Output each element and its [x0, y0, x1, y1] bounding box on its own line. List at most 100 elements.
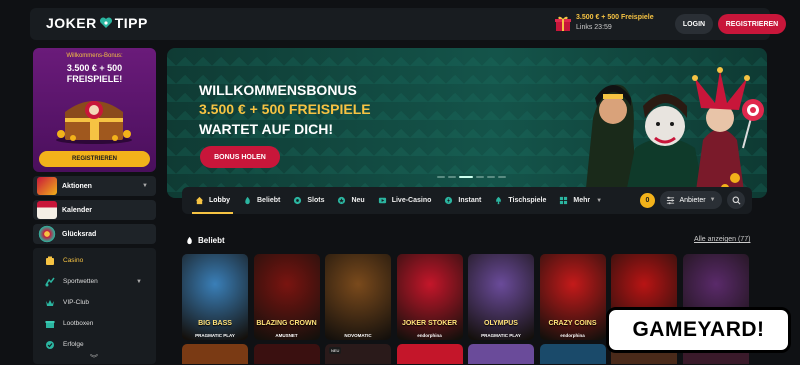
- bonus-holen-button[interactable]: BONUS HOLEN: [200, 146, 280, 168]
- hero-title-line1: WILLKOMMENSBONUS: [199, 82, 357, 98]
- tab-lobby[interactable]: Lobby: [192, 187, 233, 214]
- logo-text-right: TIPP: [114, 15, 148, 31]
- carousel-dot[interactable]: [437, 176, 445, 178]
- hero-banner[interactable]: WILLKOMMENSBONUS 3.500 € + 500 FREISPIEL…: [167, 48, 767, 198]
- more-icon: [560, 196, 568, 205]
- game-tile[interactable]: OLYMPUS PRAGMATIC PLAY: [468, 254, 534, 340]
- section-title: Beliebt: [198, 236, 225, 245]
- double-chevron-down-icon[interactable]: ︾: [90, 353, 98, 364]
- chevron-down-icon: ▼: [596, 197, 603, 204]
- tab-tischspiele[interactable]: Tischspiele: [494, 187, 546, 214]
- search-button[interactable]: [727, 191, 745, 209]
- welcome-label: Willkommens-Bonus:: [66, 53, 123, 59]
- new-icon: [338, 196, 346, 205]
- tab-mehr[interactable]: Mehr ▼: [559, 187, 602, 214]
- game-tile-row2[interactable]: NEU: [325, 344, 391, 364]
- achievements-icon: [46, 340, 54, 349]
- game-provider: endorphina: [417, 333, 442, 338]
- new-badge: NEU: [329, 347, 342, 354]
- logo-text-left: JOKER: [46, 15, 97, 31]
- game-title: BLAZING CROWN: [256, 320, 317, 327]
- carousel-dot[interactable]: [498, 176, 506, 178]
- sidebar-link-casino[interactable]: Casino: [33, 250, 156, 271]
- home-icon: [195, 196, 204, 205]
- live-icon: [378, 197, 386, 204]
- chevron-down-icon: ▼: [142, 183, 148, 189]
- carousel-dot[interactable]: [476, 176, 484, 178]
- promotions-icon: [37, 177, 57, 195]
- game-tile-row2[interactable]: [468, 344, 534, 364]
- casino-icon: [46, 256, 54, 265]
- sidebar-link-label: VIP-Club: [63, 299, 90, 306]
- show-all-link[interactable]: Alle anzeigen (77): [694, 236, 750, 243]
- sidebar-link-sportwetten[interactable]: Sportwetten ▼: [33, 271, 156, 292]
- coin-balance-badge[interactable]: 0: [640, 193, 655, 208]
- promo-timer-banner[interactable]: 3.500 € + 500 Freispiele Links 23:59: [554, 13, 654, 33]
- sidebar-item-label: Glücksrad: [62, 230, 97, 238]
- gameyard-watermark: GAMEYARD!: [606, 307, 791, 353]
- section-header-beliebt: Beliebt: [185, 236, 225, 245]
- game-tile-row2[interactable]: [182, 344, 248, 364]
- sidebar-item-label: Aktionen: [62, 182, 92, 190]
- sidebar-link-lootboxen[interactable]: Lootboxen: [33, 313, 156, 334]
- sidebar-link-erfolge[interactable]: Erfolge: [33, 334, 156, 355]
- slots-icon: [294, 196, 302, 205]
- sidebar: Willkommens-Bonus: 3.500 € + 500 FREISPI…: [33, 48, 156, 364]
- game-tile[interactable]: BLAZING CROWN AMUSNET: [253, 254, 320, 340]
- carousel-dot[interactable]: [487, 176, 495, 178]
- instant-icon: [445, 196, 453, 205]
- tab-slots[interactable]: Slots: [293, 187, 324, 214]
- jokertipp-logo[interactable]: JOKER TIPP: [46, 15, 148, 31]
- promo-title: 3.500 € + 500 Freispiele: [576, 14, 654, 21]
- game-tile[interactable]: JOKER STOKER endorphina: [396, 254, 463, 340]
- tab-neu[interactable]: Neu: [337, 187, 365, 214]
- carousel-dot-active[interactable]: [459, 176, 473, 178]
- wheel-icon: [37, 225, 57, 243]
- tab-live-casino[interactable]: Live-Casino: [378, 187, 431, 214]
- flame-icon: [187, 236, 192, 245]
- welcome-bonus-card[interactable]: Willkommens-Bonus: 3.500 € + 500 FREISPI…: [33, 48, 156, 172]
- game-provider: PRAGMATIC PLAY: [481, 333, 521, 338]
- sidebar-item-gluecksrad[interactable]: Glücksrad: [33, 224, 156, 244]
- tab-label: Neu: [351, 197, 365, 204]
- sidebar-item-aktionen[interactable]: Aktionen ▼: [33, 176, 156, 196]
- game-provider: endorphina: [560, 333, 585, 338]
- promo-timer: Links 23:59: [576, 24, 612, 31]
- game-tile-row2[interactable]: [539, 344, 606, 364]
- game-tile[interactable]: NOVOMATIC: [325, 254, 391, 340]
- carousel-dot[interactable]: [448, 176, 456, 178]
- tab-beliebt[interactable]: Beliebt: [243, 187, 280, 214]
- welcome-title-line2: FREISPIELE!: [66, 74, 123, 84]
- sidebar-link-label: Casino: [63, 257, 84, 264]
- sidebar-link-vip[interactable]: VIP-Club: [33, 292, 156, 313]
- tab-label: Mehr: [573, 197, 591, 204]
- game-provider: PRAGMATIC PLAY: [195, 333, 235, 338]
- category-nav: Lobby Beliebt Slots Neu Live-Casino Inst…: [182, 187, 752, 214]
- provider-dropdown[interactable]: Anbieter ▼: [660, 191, 722, 209]
- tab-label: Instant: [458, 197, 482, 204]
- tab-label: Slots: [307, 197, 325, 204]
- tab-instant[interactable]: Instant: [444, 187, 481, 214]
- game-tile[interactable]: BIG BASS PRAGMATIC PLAY: [182, 254, 248, 340]
- calendar-icon: [37, 201, 57, 219]
- register-button[interactable]: REGISTRIEREN: [718, 14, 786, 34]
- game-title: OLYMPUS: [484, 320, 518, 327]
- login-button[interactable]: LOGIN: [675, 14, 713, 34]
- sidebar-link-label: Lootboxen: [63, 320, 94, 327]
- game-tile[interactable]: CRAZY COINS endorphina: [539, 254, 606, 340]
- game-tile-row2[interactable]: [253, 344, 320, 364]
- hero-title-line3: WARTET AUF DICH!: [199, 121, 334, 137]
- sidebar-item-kalender[interactable]: Kalender: [33, 200, 156, 220]
- game-title: JOKER STOKER: [401, 320, 458, 327]
- game-tile-row2[interactable]: [396, 344, 463, 364]
- game-title: CRAZY COINS: [548, 320, 597, 327]
- sidebar-item-label: Kalender: [62, 206, 92, 214]
- sidebar-register-button[interactable]: REGISTRIEREN: [39, 151, 150, 167]
- hero-characters-image: [585, 67, 764, 198]
- hero-title-line2: 3.500 € + 500 FREISPIELE: [199, 101, 371, 117]
- welcome-title-line1: 3.500 € + 500: [66, 63, 123, 73]
- chevron-down-icon: ▼: [136, 278, 142, 285]
- vip-icon: [46, 299, 54, 306]
- carousel-dots[interactable]: [437, 176, 506, 178]
- sidebar-nav-list: Casino Sportwetten ▼ VIP-Club Lootboxen …: [33, 248, 156, 364]
